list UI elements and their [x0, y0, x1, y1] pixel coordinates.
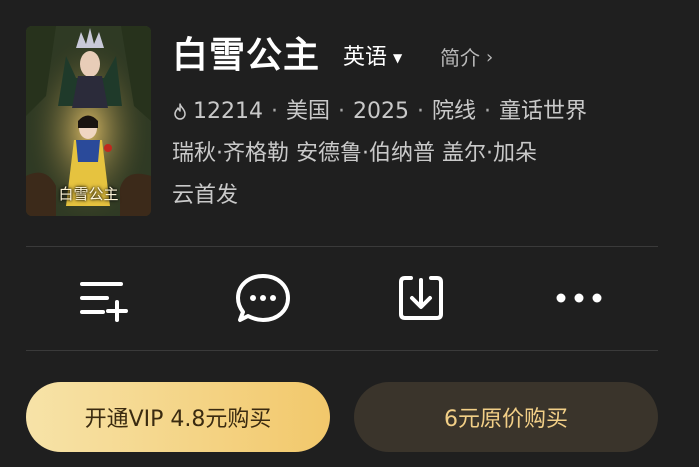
- language-selector[interactable]: 英语 ▼: [343, 43, 402, 73]
- movie-meta: 12214 · 美国 · 2025 · 院线 · 童话世界: [172, 96, 587, 128]
- poster-title: 白雪公主: [58, 185, 119, 203]
- movie-poster[interactable]: 白雪公主: [26, 26, 151, 216]
- meta-separator: ·: [484, 99, 492, 124]
- heat-count: 12214: [193, 99, 263, 124]
- comment-button[interactable]: [233, 270, 293, 326]
- meta-genre: 童话世界: [499, 99, 588, 124]
- movie-title: 白雪公主: [172, 35, 321, 76]
- more-button[interactable]: [549, 270, 609, 326]
- download-icon: [399, 276, 443, 320]
- more-icon: [556, 293, 602, 303]
- meta-category: 院线: [432, 99, 477, 124]
- add-to-list-icon: [80, 282, 128, 322]
- flame-icon: [174, 103, 186, 120]
- divider: [26, 246, 658, 247]
- divider: [26, 350, 658, 351]
- movie-cast: 瑞秋·齐格勒 安德鲁·伯纳普 盖尔·加朵: [172, 141, 537, 166]
- meta-year: 2025: [353, 99, 410, 124]
- original-price-purchase-button[interactable]: 6元原价购买: [354, 382, 658, 452]
- meta-country: 美国: [286, 99, 331, 124]
- intro-label: 简介: [440, 46, 480, 70]
- meta-separator: ·: [271, 99, 278, 124]
- comment-icon: [236, 274, 290, 322]
- meta-separator: ·: [338, 99, 346, 124]
- chevron-right-icon: ›: [486, 47, 494, 68]
- caret-down-icon: ▼: [393, 51, 403, 65]
- add-to-list-button[interactable]: [75, 270, 135, 326]
- language-label: 英语: [343, 45, 388, 70]
- vip-purchase-button[interactable]: 开通VIP 4.8元购买: [26, 382, 330, 452]
- download-button[interactable]: [391, 270, 451, 326]
- release-note: 云首发: [172, 183, 239, 208]
- intro-link[interactable]: 简介 ›: [440, 43, 493, 73]
- meta-separator: ·: [417, 99, 425, 124]
